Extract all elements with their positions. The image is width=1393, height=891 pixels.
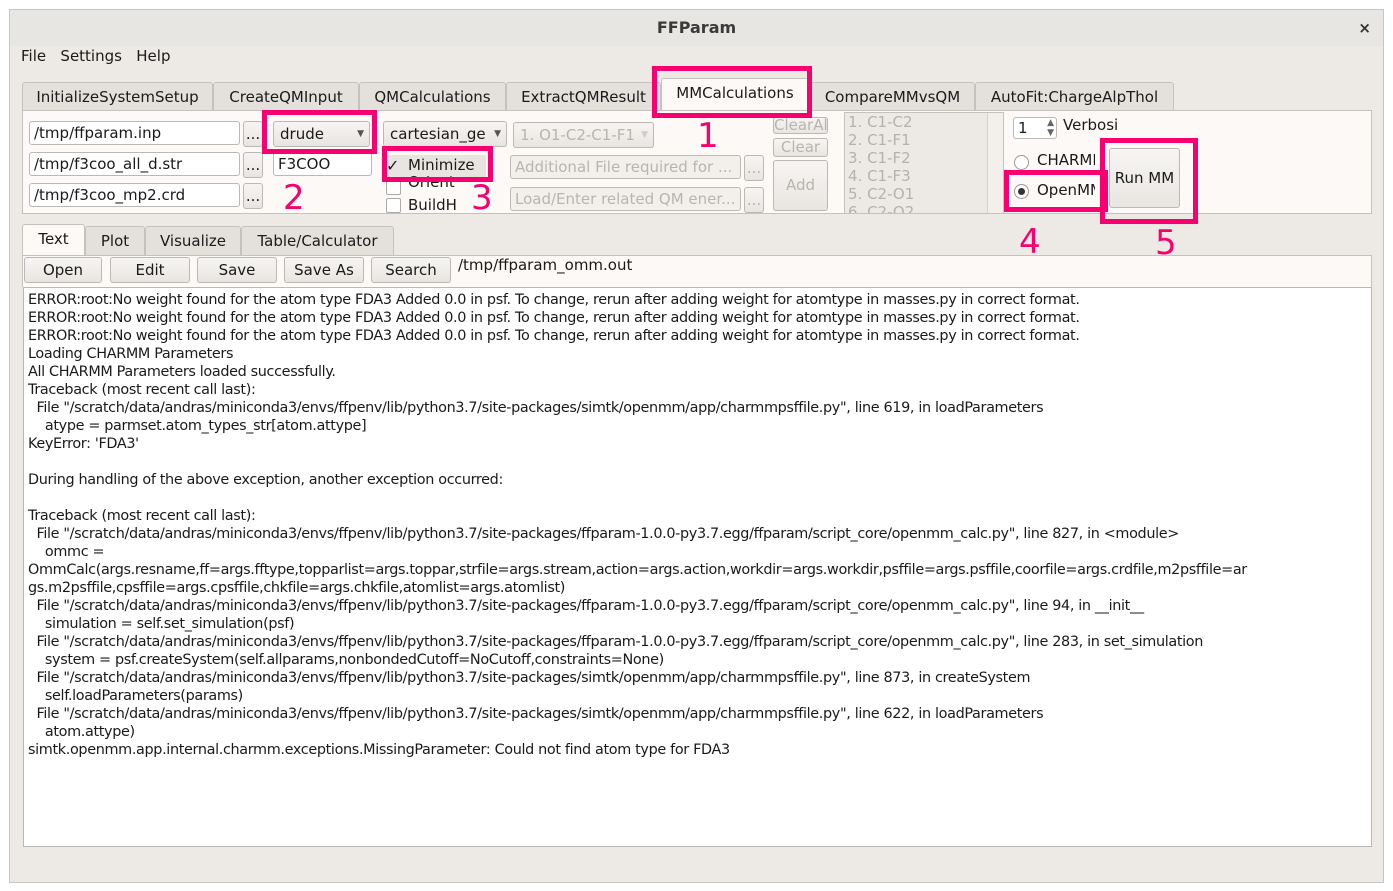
menu-settings[interactable]: Settings: [60, 47, 122, 65]
tab-initialize-system-setup[interactable]: InitializeSystemSetup: [22, 82, 213, 111]
browse-inp-button[interactable]: ...: [243, 121, 263, 147]
qm-energy-field[interactable]: Load/Enter related QM ener...: [510, 187, 741, 211]
output-line: OmmCalc(args.resname,ff=args.fftype,topp…: [28, 562, 1247, 578]
dropdown-arrow-icon: ▼: [641, 130, 648, 140]
verbosity-label: Verbosi: [1063, 116, 1119, 134]
output-line: simulation = self.set_simulation(psf): [28, 616, 295, 632]
annotation-number-1: 1: [697, 116, 719, 156]
menu-bar: File Settings Help: [21, 45, 170, 67]
annotation-box-2: [262, 110, 377, 154]
clear-all-button[interactable]: ClearAll: [773, 117, 828, 134]
output-line: File "/scratch/data/andras/miniconda3/en…: [28, 400, 1044, 416]
add-button[interactable]: Add: [773, 160, 828, 211]
tab-create-qm-input[interactable]: CreateQMInput: [213, 82, 359, 111]
annotation-box-4: [1004, 170, 1108, 212]
save-as-button[interactable]: Save As: [284, 257, 364, 283]
tab-compare-mm-vs-qm[interactable]: CompareMMvsQM: [810, 82, 975, 111]
browse-str-button[interactable]: ...: [243, 152, 263, 178]
search-button[interactable]: Search: [371, 257, 451, 283]
list-item[interactable]: 4. C1-F3: [848, 167, 1003, 185]
coord-type-value: cartesian_ge: [390, 125, 486, 143]
output-line: All CHARMM Parameters loaded successfull…: [28, 364, 336, 380]
annotation-number-4: 4: [1019, 222, 1041, 262]
menu-file[interactable]: File: [21, 47, 46, 65]
buildh-checkbox[interactable]: [386, 198, 401, 213]
browse-additional-button[interactable]: ...: [744, 155, 764, 181]
annotation-number-2: 2: [283, 178, 305, 218]
bond-list[interactable]: 1. C1-C2 2. C1-F1 3. C1-F2 4. C1-F3 5. C…: [844, 112, 1004, 214]
output-line: ommc =: [28, 544, 105, 560]
str-file-field[interactable]: /tmp/f3coo_all_d.str: [29, 152, 240, 176]
edit-button[interactable]: Edit: [110, 257, 190, 283]
annotation-box-5: [1100, 138, 1198, 224]
charmm-radio[interactable]: [1014, 155, 1029, 170]
output-line: KeyError: 'FDA3': [28, 436, 139, 452]
subtab-table-calculator[interactable]: Table/Calculator: [241, 226, 394, 255]
window-title: FFParam: [656, 18, 737, 37]
additional-file-field[interactable]: Additional File required for ...: [510, 155, 741, 179]
output-line: File "/scratch/data/andras/miniconda3/en…: [28, 634, 1204, 650]
coord-type-select[interactable]: cartesian_ge ▼: [383, 121, 507, 147]
list-item[interactable]: 2. C1-F1: [848, 131, 1003, 149]
subtab-visualize[interactable]: Visualize: [145, 226, 241, 255]
subtab-text[interactable]: Text: [22, 224, 85, 256]
clear-button[interactable]: Clear: [773, 138, 828, 157]
output-line: simtk.openmm.app.internal.charmm.excepti…: [28, 742, 730, 758]
browse-qm-energy-button[interactable]: ...: [744, 187, 764, 213]
verbosity-value: 1: [1018, 119, 1028, 137]
output-line: gs.m2psffile,cpsffile=args.cpsffile,chkf…: [28, 580, 566, 596]
save-button[interactable]: Save: [197, 257, 277, 283]
dihedral-select[interactable]: 1. O1-C2-C1-F1 ▼: [513, 122, 654, 148]
output-line: atom.attype): [28, 724, 135, 740]
output-line: ERROR:root:No weight found for the atom …: [28, 310, 1080, 326]
output-line: Traceback (most recent call last):: [28, 382, 256, 398]
annotation-box-3: [382, 146, 493, 182]
dropdown-arrow-icon: ▼: [494, 129, 501, 139]
resname-field[interactable]: F3COO: [273, 152, 372, 176]
orient-checkbox[interactable]: [386, 180, 401, 195]
output-line: File "/scratch/data/andras/miniconda3/en…: [28, 598, 1144, 614]
output-line: During handling of the above exception, …: [28, 472, 503, 488]
dihedral-value: 1. O1-C2-C1-F1: [520, 126, 635, 144]
charmm-label: CHARMM: [1037, 151, 1095, 169]
tab-qm-calculations[interactable]: QMCalculations: [359, 82, 506, 111]
buildh-label: BuildH: [408, 196, 457, 214]
list-item[interactable]: 5. C2-O1: [848, 185, 1003, 203]
output-line: Loading CHARMM Parameters: [28, 346, 234, 362]
list-item[interactable]: 1. C1-C2: [848, 113, 1003, 131]
inp-file-field[interactable]: /tmp/ffparam.inp: [29, 121, 240, 145]
annotation-number-3: 3: [471, 178, 493, 218]
output-file-path: /tmp/ffparam_omm.out: [458, 256, 633, 274]
crd-file-field[interactable]: /tmp/f3coo_mp2.crd: [29, 183, 240, 207]
output-line: File "/scratch/data/andras/miniconda3/en…: [28, 526, 1179, 542]
output-text-area[interactable]: ERROR:root:No weight found for the atom …: [23, 287, 1372, 847]
output-line: File "/scratch/data/andras/miniconda3/en…: [28, 706, 1044, 722]
title-bar: FFParam ×: [10, 10, 1383, 46]
close-icon[interactable]: ×: [1358, 10, 1371, 46]
open-button[interactable]: Open: [24, 257, 102, 283]
annotation-box-1: [652, 66, 812, 118]
tab-extract-qm-result[interactable]: ExtractQMResult: [506, 82, 661, 111]
output-line: self.loadParameters(params): [28, 688, 243, 704]
list-item[interactable]: 3. C1-F2: [848, 149, 1003, 167]
output-line: File "/scratch/data/andras/miniconda3/en…: [28, 670, 1031, 686]
output-line: ERROR:root:No weight found for the atom …: [28, 292, 1080, 308]
tab-autofit[interactable]: AutoFit:ChargeAlpThol: [975, 82, 1174, 111]
menu-help[interactable]: Help: [136, 47, 170, 65]
list-item[interactable]: 6. C2-O2: [848, 203, 1003, 213]
subtab-plot[interactable]: Plot: [85, 226, 145, 255]
browse-crd-button[interactable]: ...: [243, 183, 263, 209]
verbosity-spinbox[interactable]: 1 ▲ ▼: [1013, 117, 1057, 139]
output-line: atype = parmset.atom_types_str[atom.atty…: [28, 418, 367, 434]
output-line: system = psf.createSystem(self.allparams…: [28, 652, 664, 668]
list-scrollbar[interactable]: [987, 113, 1003, 213]
spin-arrows-icon[interactable]: ▲ ▼: [1047, 118, 1054, 138]
output-line: Traceback (most recent call last):: [28, 508, 256, 524]
output-line: ERROR:root:No weight found for the atom …: [28, 328, 1080, 344]
